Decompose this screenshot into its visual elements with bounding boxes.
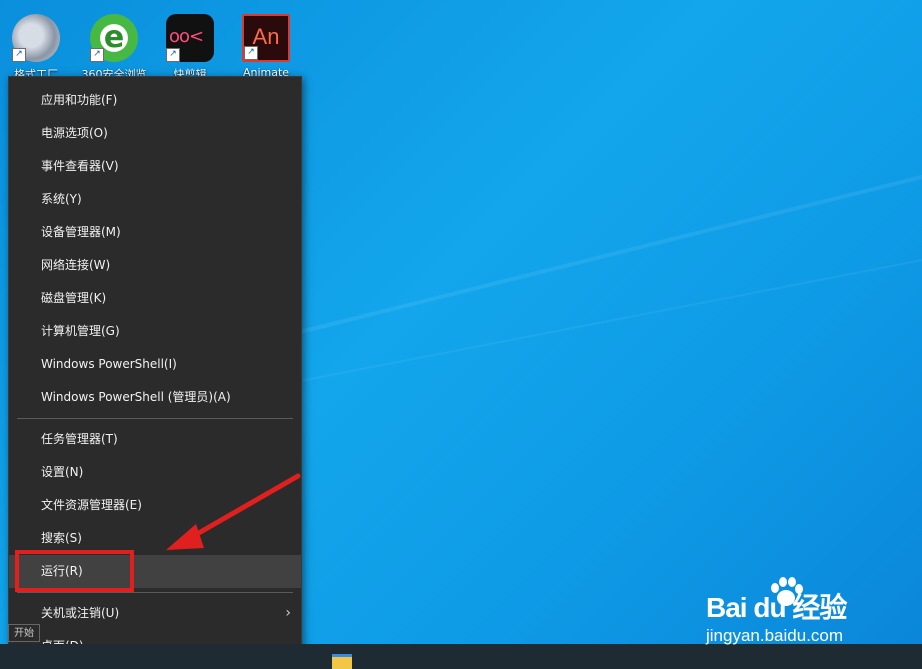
desktop-light-streak (299, 160, 922, 334)
menu-item-system[interactable]: 系统(Y) (9, 183, 301, 216)
desktop-icon-animate[interactable]: An ↗ Animate (230, 12, 302, 79)
menu-item-file-explorer[interactable]: 文件资源管理器(E) (9, 489, 301, 522)
menu-separator (17, 592, 293, 593)
menu-item-settings[interactable]: 设置(N) (9, 456, 301, 489)
menu-item-task-manager[interactable]: 任务管理器(T) (9, 423, 301, 456)
menu-item-shutdown-signout[interactable]: 关机或注销(U) › (9, 597, 301, 630)
desktop-icon-360-browser[interactable]: e ↗ 360安全浏览 (78, 12, 150, 81)
menu-item-power-options[interactable]: 电源选项(O) (9, 117, 301, 150)
menu-item-network-connections[interactable]: 网络连接(W) (9, 249, 301, 282)
file-explorer-taskbar-icon[interactable] (332, 654, 352, 669)
shortcut-arrow-icon: ↗ (90, 48, 104, 62)
desktop-icon-format-factory[interactable]: ↗ 格式工厂 (0, 12, 72, 81)
menu-item-apps-features[interactable]: 应用和功能(F) (9, 84, 301, 117)
adobe-animate-icon: An ↗ (242, 14, 290, 62)
format-factory-icon: ↗ (12, 14, 60, 62)
menu-item-label: 关机或注销(U) (41, 606, 120, 620)
browser-360-icon: e ↗ (90, 14, 138, 62)
menu-item-event-viewer[interactable]: 事件查看器(V) (9, 150, 301, 183)
menu-item-device-manager[interactable]: 设备管理器(M) (9, 216, 301, 249)
kuaijianji-icon: oo< ↗ (166, 14, 214, 62)
shortcut-arrow-icon: ↗ (244, 46, 258, 60)
shortcut-arrow-icon: ↗ (166, 48, 180, 62)
menu-item-computer-management[interactable]: 计算机管理(G) (9, 315, 301, 348)
paw-icon (771, 577, 803, 606)
menu-separator (17, 418, 293, 419)
desktop-light-streak (299, 246, 922, 382)
watermark-url: jingyan.baidu.com (706, 626, 844, 645)
menu-item-disk-management[interactable]: 磁盘管理(K) (9, 282, 301, 315)
baidu-watermark: Bai du 经验 jingyan.baidu.com (706, 577, 906, 648)
menu-item-powershell-admin[interactable]: Windows PowerShell (管理员)(A) (9, 381, 301, 414)
shortcut-arrow-icon: ↗ (12, 48, 26, 62)
desktop-icon-kuaijianji[interactable]: oo< ↗ 快剪辑 (154, 12, 226, 81)
menu-item-powershell[interactable]: Windows PowerShell(I) (9, 348, 301, 381)
start-tooltip: 开始 (8, 624, 40, 642)
chevron-right-icon: › (285, 605, 291, 621)
annotation-highlight-box (15, 550, 134, 592)
